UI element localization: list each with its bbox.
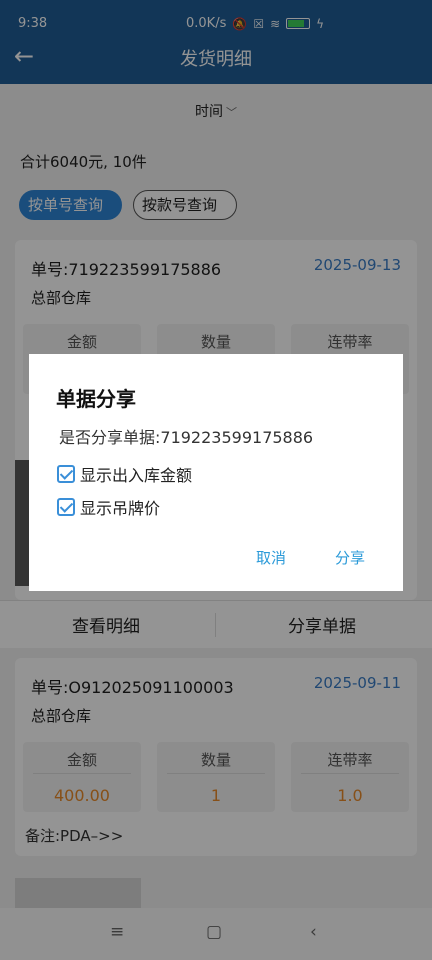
option-label: 显示出入库金额	[80, 466, 193, 485]
share-dialog: 单据分享 是否分享单据:719223599175886 显示出入库金额 显示吊牌…	[29, 354, 403, 591]
show-tag-price-option[interactable]: 显示吊牌价	[57, 495, 160, 519]
checkbox-checked-icon[interactable]	[57, 498, 75, 516]
checkbox-checked-icon[interactable]	[57, 465, 75, 483]
cancel-button[interactable]: 取消	[256, 547, 286, 568]
dialog-message: 是否分享单据:719223599175886	[59, 428, 314, 447]
option-label: 显示吊牌价	[80, 499, 161, 518]
dialog-title: 单据分享	[56, 387, 136, 411]
show-inout-amount-option[interactable]: 显示出入库金额	[57, 462, 192, 486]
share-button[interactable]: 分享	[335, 547, 365, 568]
